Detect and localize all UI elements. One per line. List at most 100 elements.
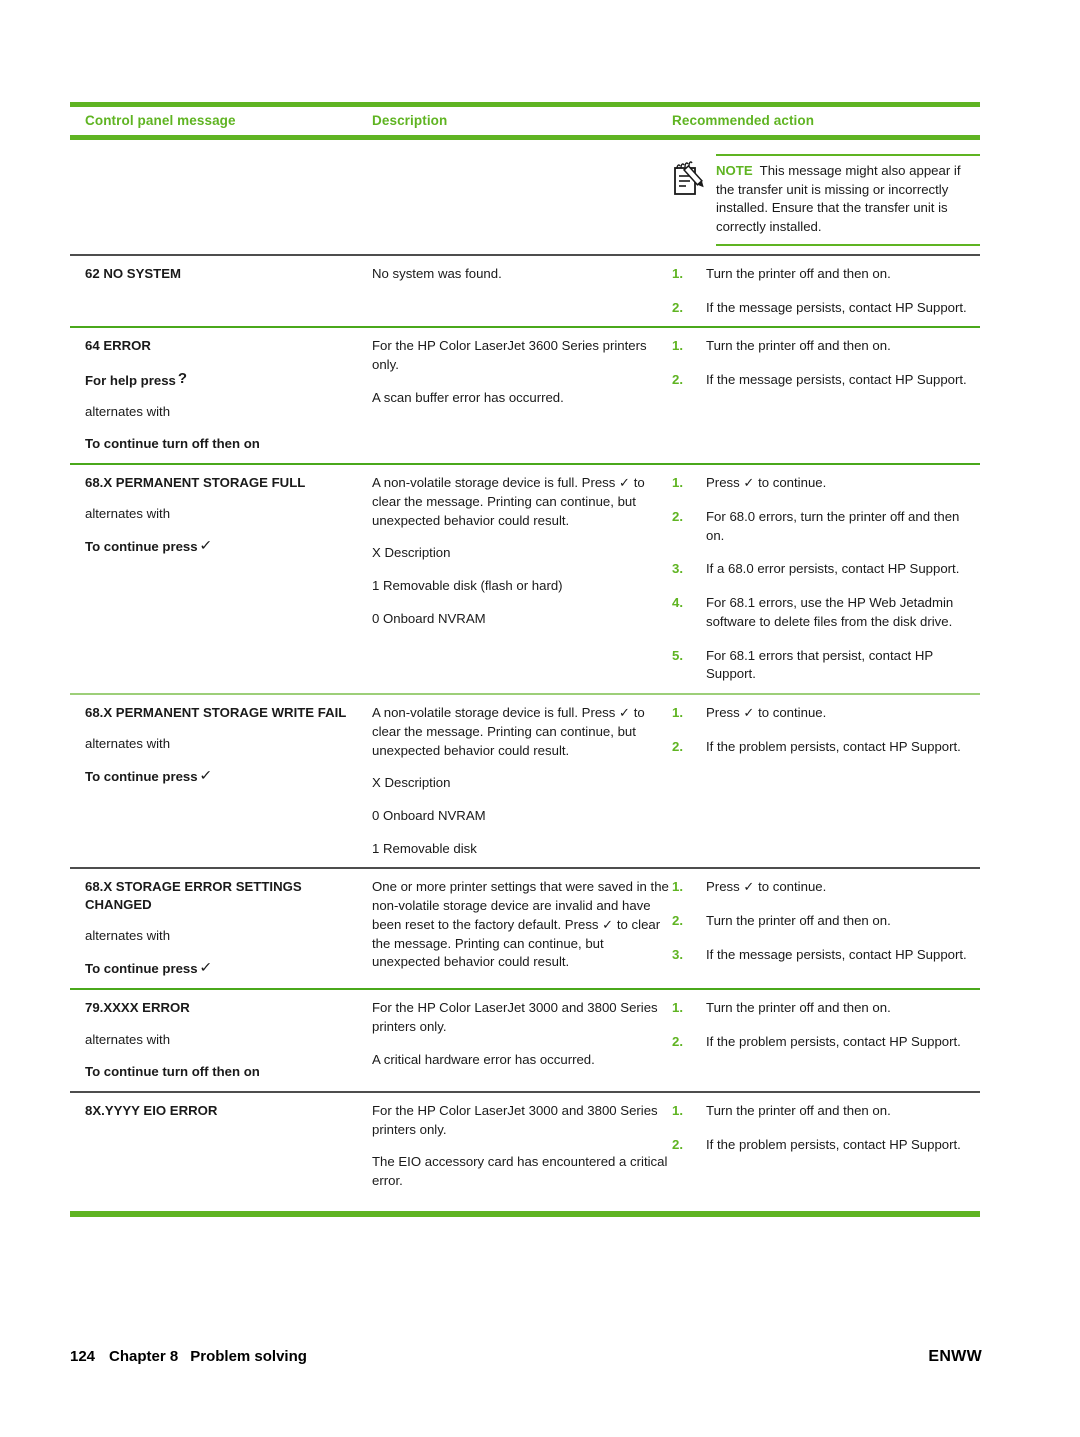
list-item: 1. Press ✓ to continue. bbox=[672, 878, 980, 897]
action-list: 1. Turn the printer off and then on. 2. If… bbox=[672, 1102, 980, 1154]
list-item: 2. If the message persists, contact HP Su… bbox=[672, 299, 980, 318]
list-item: 5. For 68.1 errors that persist, contact … bbox=[672, 647, 980, 684]
action-text: Turn the printer off and then on. bbox=[706, 265, 891, 281]
note-box: NOTE This message might also appear if th… bbox=[672, 154, 980, 246]
action-list: 1. Press ✓ to continue. 2. For 68.0 errors… bbox=[672, 474, 980, 684]
alternates-label: alternates with bbox=[85, 403, 171, 419]
cell-message: 8X.YYYY EIO ERROR bbox=[70, 1102, 372, 1119]
cell-action: 1. Turn the printer off and then on. 2. If… bbox=[672, 1102, 980, 1154]
checkmark-icon: ✓ bbox=[198, 767, 213, 784]
cell-message: 68.X PERMANENT STORAGE FULL alternates w… bbox=[70, 474, 372, 558]
list-number: 1. bbox=[672, 475, 683, 491]
column-header-description: Description bbox=[372, 113, 448, 128]
action-text: If the problem persists, contact HP Supp… bbox=[706, 738, 961, 754]
action-text: Turn the printer off and then on. bbox=[706, 338, 891, 354]
action-text: If the problem persists, contact HP Supp… bbox=[706, 1136, 961, 1152]
action-list: 1. Turn the printer off and then on. 2. If… bbox=[672, 999, 980, 1051]
action-text: For 68.0 errors, turn the printer off an… bbox=[706, 508, 960, 543]
list-number: 2. bbox=[672, 1034, 683, 1050]
list-number: 2. bbox=[672, 299, 683, 315]
cell-action: 1. Turn the printer off and then on. 2. If… bbox=[672, 337, 980, 389]
cell-message: 68.X PERMANENT STORAGE WRITE FAIL altern… bbox=[70, 704, 372, 788]
column-header-recommended-action: Recommended action bbox=[672, 113, 815, 128]
control-panel-message-title: 68.X STORAGE ERROR SETTINGS CHANGED bbox=[85, 879, 302, 912]
action-text: If the message persists, contact HP Supp… bbox=[706, 372, 967, 388]
control-panel-message-title: 64 ERROR bbox=[85, 338, 151, 354]
action-text: Press ✓ to continue. bbox=[706, 475, 827, 491]
list-number: 1. bbox=[672, 1103, 683, 1119]
help-line-text: For help press bbox=[85, 372, 176, 388]
continue-label: To continue turn off then on bbox=[85, 1064, 260, 1080]
description-paragraph: A non-volatile storage device is full. P… bbox=[372, 475, 645, 528]
list-item: 1. Press ✓ to continue. bbox=[672, 704, 980, 723]
table-row: 8X.YYYY EIO ERROR For the HP Color Laser… bbox=[70, 1091, 980, 1211]
action-text: Turn the printer off and then on. bbox=[706, 913, 891, 929]
continue-label: To continue press✓ bbox=[85, 768, 372, 788]
table-row: 79.XXXX ERROR alternates with To continu… bbox=[70, 988, 980, 1091]
list-number: 3. bbox=[672, 946, 683, 962]
list-number: 4. bbox=[672, 595, 683, 611]
table-row: 62 NO SYSTEM No system was found. 1. Turn… bbox=[70, 253, 980, 326]
description-paragraph: The EIO accessory card has encountered a… bbox=[372, 1154, 668, 1189]
action-text: For 68.1 errors, use the HP Web Jetadmin… bbox=[706, 595, 954, 629]
cell-description: No system was found. bbox=[372, 265, 672, 284]
table-row: 68.X PERMANENT STORAGE FULL alternates w… bbox=[70, 463, 980, 693]
list-number: 2. bbox=[672, 913, 683, 929]
action-text: For 68.1 errors that persist, contact HP… bbox=[706, 647, 933, 682]
control-panel-message-title: 68.X PERMANENT STORAGE FULL bbox=[85, 475, 306, 491]
description-paragraph: One or more printer settings that were s… bbox=[372, 879, 669, 970]
list-item: 1. Press ✓ to continue. bbox=[672, 474, 980, 493]
action-text: Turn the printer off and then on. bbox=[706, 1103, 891, 1119]
action-list: 1. Turn the printer off and then on. 2. If… bbox=[672, 337, 980, 389]
question-mark-icon: ? bbox=[177, 369, 188, 387]
list-item: 2. If the problem persists, contact HP Su… bbox=[672, 1136, 980, 1155]
continue-label: To continue turn off then on bbox=[85, 436, 260, 452]
description-paragraph: No system was found. bbox=[372, 265, 502, 281]
action-text: If the message persists, contact HP Supp… bbox=[706, 946, 967, 962]
list-item: 1. Turn the printer off and then on. bbox=[672, 265, 980, 284]
alternates-label: alternates with bbox=[85, 736, 171, 752]
list-number: 2. bbox=[672, 372, 683, 388]
footer-left: 124 Chapter 8 Problem solving bbox=[70, 1348, 307, 1365]
list-item: 2. If the problem persists, contact HP Su… bbox=[672, 1033, 980, 1052]
table-bottom-rule bbox=[70, 1210, 980, 1217]
cell-description: One or more printer settings that were s… bbox=[372, 878, 672, 972]
table-header: Control panel message Description Recomm… bbox=[70, 102, 980, 140]
cell-message: 62 NO SYSTEM bbox=[70, 265, 372, 282]
description-paragraph: 0 Onboard NVRAM bbox=[372, 808, 486, 823]
cell-action: 1. Turn the printer off and then on. 2. If… bbox=[672, 999, 980, 1051]
note-label: NOTE bbox=[716, 163, 753, 178]
action-list: 1. Press ✓ to continue. 2. If the problem … bbox=[672, 704, 980, 756]
control-panel-message-title: 79.XXXX ERROR bbox=[85, 1000, 190, 1016]
description-paragraph: 1 Removable disk (flash or hard) bbox=[372, 578, 563, 594]
note-text: NOTE This message might also appear if th… bbox=[716, 162, 980, 237]
description-paragraph: For the HP Color LaserJet 3600 Series pr… bbox=[372, 338, 647, 373]
cell-action: 1. Press ✓ to continue. 2. For 68.0 errors… bbox=[672, 474, 980, 684]
action-text: If the problem persists, contact HP Supp… bbox=[706, 1034, 961, 1050]
cell-action: 1. Turn the printer off and then on. 2. If… bbox=[672, 265, 980, 317]
cell-action: NOTE This message might also appear if th… bbox=[672, 154, 980, 246]
table-row: 68.X STORAGE ERROR SETTINGS CHANGED alte… bbox=[70, 867, 980, 988]
action-text: Press ✓ to continue. bbox=[706, 879, 827, 895]
action-list: 1. Turn the printer off and then on. 2. If… bbox=[672, 265, 980, 317]
column-header-control-panel-message: Control panel message bbox=[85, 113, 236, 128]
document-page: Control panel message Description Recomm… bbox=[0, 0, 1080, 1437]
note-pencil-icon bbox=[672, 154, 716, 206]
continue-text: To continue press bbox=[85, 539, 198, 555]
cell-message: 68.X STORAGE ERROR SETTINGS CHANGED alte… bbox=[70, 878, 372, 979]
description-paragraph: A scan buffer error has occurred. bbox=[372, 389, 564, 405]
list-item: 2. If the message persists, contact HP Su… bbox=[672, 371, 980, 390]
table-row: 68.X PERMANENT STORAGE WRITE FAIL altern… bbox=[70, 693, 980, 867]
list-number: 2. bbox=[672, 508, 683, 524]
list-item: 4. For 68.1 errors, use the HP Web Jetadm… bbox=[672, 594, 980, 631]
cell-message: 79.XXXX ERROR alternates with To continu… bbox=[70, 999, 372, 1082]
page-number: 124 bbox=[70, 1348, 96, 1365]
list-item: 2. If the problem persists, contact HP Su… bbox=[672, 738, 980, 757]
cell-action: 1. Press ✓ to continue. 2. If the problem … bbox=[672, 704, 980, 756]
alternates-label: alternates with bbox=[85, 927, 171, 943]
action-text: Press ✓ to continue. bbox=[706, 705, 827, 721]
footer-locale-label: ENWW bbox=[928, 1348, 982, 1365]
list-item: 2. For 68.0 errors, turn the printer off … bbox=[672, 508, 980, 545]
page-footer: 124 Chapter 8 Problem solving ENWW bbox=[70, 1348, 982, 1366]
cell-message: 64 ERROR For help press? alternates with… bbox=[70, 337, 372, 454]
